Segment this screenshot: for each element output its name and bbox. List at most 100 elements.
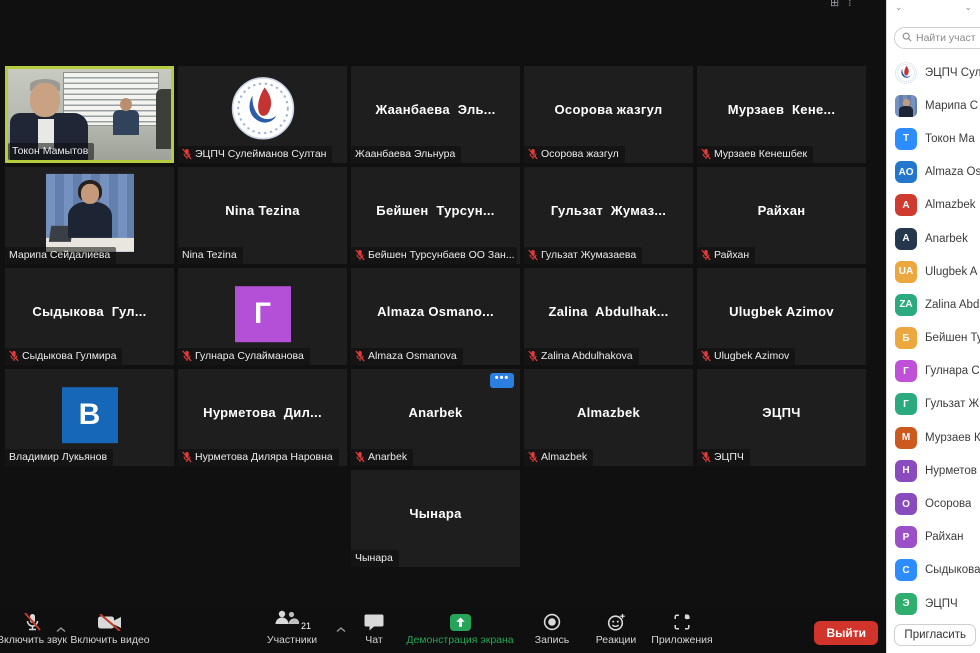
participant-photo (46, 173, 134, 251)
search-input[interactable] (916, 32, 980, 44)
participant-list-item[interactable]: ТТокон Ма (887, 122, 980, 155)
view-options-icon[interactable]: ⊞ ⁞ (830, 0, 854, 9)
participants-panel: ⌄ ⌄ ЭЦПЧ Сул Марипа С ТТокон МаAOAlmaza Os… (886, 0, 980, 653)
participant-search[interactable] (894, 27, 980, 49)
tile-name-label: Жаанбаева Эльнура (351, 146, 461, 163)
participant-name: Ulugbek A (925, 266, 977, 278)
tile-name-text: Мурзаев Кенешбек (714, 148, 807, 160)
tile-name-label: Марипа Сейдалиева (5, 247, 116, 264)
participant-list-item[interactable]: ГГульзат Ж (887, 388, 980, 421)
ecph-logo-icon (895, 62, 917, 84)
initial-avatar: Г (235, 286, 291, 342)
more-options-button[interactable]: ••• (490, 373, 514, 388)
apps-button[interactable]: Приложения (646, 613, 718, 653)
video-tile[interactable]: РайханРайхан (697, 167, 866, 264)
participant-initials-avatar: A (895, 228, 917, 250)
chevron-down-icon[interactable]: ⌄ (895, 2, 903, 13)
participant-list-item[interactable]: О Осорова (887, 487, 980, 520)
participant-list-item[interactable]: Марипа С (887, 89, 980, 122)
video-tile[interactable]: В Владимир Лукьянов (5, 369, 174, 466)
video-tile[interactable]: Мурзаев Кене...Мурзаев Кенешбек (697, 66, 866, 163)
muted-mic-icon (701, 249, 711, 261)
participant-name: Нурметов (925, 465, 977, 477)
muted-mic-icon (528, 451, 538, 463)
participant-initials-avatar: UA (895, 261, 917, 283)
participants-button[interactable]: 21 Участники (252, 613, 332, 653)
video-tile[interactable]: Марипа Сейдалиева (5, 167, 174, 264)
participant-display-name: Мурзаев Кене... (697, 66, 866, 153)
participant-display-name: Zalina Abdulhak... (524, 268, 693, 355)
participant-list-item[interactable]: UA Ulugbek A (887, 255, 980, 288)
participant-list-item[interactable]: AAlmazbek (887, 189, 980, 222)
participant-list-item[interactable]: ГГулнара С (887, 355, 980, 388)
search-icon (902, 29, 912, 47)
participant-name: Осорова (925, 498, 971, 510)
participant-initials-avatar: О (895, 493, 917, 515)
tile-name-text: Токон Мамытов (12, 145, 88, 157)
chevron-down-icon[interactable]: ⌄ (964, 2, 972, 13)
tile-name-text: Гульзат Жумазаева (541, 249, 636, 261)
video-tile[interactable]: AlmazbekAlmazbek (524, 369, 693, 466)
participant-display-name: Almaza Osmano... (351, 268, 520, 355)
video-tile[interactable]: Осорова жазгулОсорова жазгул (524, 66, 693, 163)
video-tile[interactable]: ГГулнара Сулайманова (178, 268, 347, 365)
participant-name: Райхан (925, 531, 963, 543)
participant-name: ЭЦПЧ Сул (925, 67, 980, 79)
initial-avatar: В (62, 387, 118, 443)
chat-button[interactable]: Чат (348, 613, 400, 653)
muted-mic-icon (528, 148, 538, 160)
participant-name: Almazbek (925, 199, 976, 211)
participant-list-item[interactable]: ББейшен Ту (887, 322, 980, 355)
participant-list-item[interactable]: ZAZalina Abd (887, 288, 980, 321)
video-tile[interactable]: Жаанбаева Эль...Жаанбаева Эльнура (351, 66, 520, 163)
participant-list-item[interactable]: AOAlmaza Os (887, 156, 980, 189)
participants-icon (273, 609, 299, 631)
video-tile[interactable]: ЧынараЧынара (351, 470, 520, 567)
participant-list-item[interactable]: AAnarbek (887, 222, 980, 255)
participant-initials-avatar: М (895, 427, 917, 449)
video-tile[interactable]: Гульзат Жумаз...Гульзат Жумазаева (524, 167, 693, 264)
video-tile[interactable]: Zalina Abdulhak...Zalina Abdulhakova (524, 268, 693, 365)
participant-list-item[interactable]: ССыдыкова (887, 554, 980, 587)
participant-list-item[interactable]: ЭЦПЧ Сул (887, 56, 980, 89)
muted-mic-icon (528, 350, 538, 362)
participant-name: Мурзаев К (925, 432, 980, 444)
video-tile[interactable]: Anarbek•••Anarbek (351, 369, 520, 466)
video-tile[interactable]: Токон Мамытов (5, 66, 174, 163)
record-button[interactable]: Запись (522, 613, 582, 653)
tile-name-text: Almaza Osmanova (368, 350, 457, 362)
tile-name-label: Владимир Лукьянов (5, 449, 113, 466)
participants-options-caret-icon[interactable] (336, 620, 346, 638)
video-tile[interactable]: ЭЦПЧЭЦПЧ (697, 369, 866, 466)
mic-muted-icon (21, 613, 43, 631)
video-tile[interactable]: Сыдыкова Гул...Сыдыкова Гулмира (5, 268, 174, 365)
record-icon (543, 613, 561, 631)
invite-button[interactable]: Пригласить (894, 624, 976, 646)
video-tile[interactable]: ЭЦПЧ Сулейманов Султан (178, 66, 347, 163)
reactions-button[interactable]: Реакции (585, 613, 647, 653)
participant-list-item[interactable]: ННурметов (887, 454, 980, 487)
video-tile[interactable]: Ulugbek AzimovUlugbek Azimov (697, 268, 866, 365)
video-tile[interactable]: Nina TezinaNina Tezina (178, 167, 347, 264)
apps-label: Приложения (651, 634, 712, 646)
tile-name-label: Мурзаев Кенешбек (697, 146, 813, 163)
panel-header-carets: ⌄ ⌄ (887, 2, 980, 13)
video-tile[interactable]: Бейшен Турсун...Бейшен Турсунбаев ОО Зан… (351, 167, 520, 264)
meeting-toolbar: Включить звук Включить видео 21 Участни (0, 608, 886, 653)
share-screen-button[interactable]: Демонстрация экрана (402, 613, 518, 653)
participant-name: Марипа С (925, 100, 978, 112)
tile-name-label: Чынара (351, 550, 399, 567)
video-tile[interactable]: Almaza Osmano...Almaza Osmanova (351, 268, 520, 365)
exit-meeting-button[interactable]: Выйти (814, 621, 878, 645)
video-tile[interactable]: Нурметова Дил...Нурметова Диляра Наровна (178, 369, 347, 466)
start-video-button[interactable]: Включить видео (62, 613, 158, 653)
participant-list-item[interactable]: ЭЭЦПЧ (887, 587, 980, 620)
tile-name-text: Чынара (355, 552, 393, 564)
participant-list-item[interactable]: РРайхан (887, 521, 980, 554)
participant-display-name: ЭЦПЧ (697, 369, 866, 456)
muted-mic-icon (701, 451, 711, 463)
participant-display-name: Сыдыкова Гул... (5, 268, 174, 355)
participant-list-item[interactable]: М Мурзаев К (887, 421, 980, 454)
participants-label: Участники (267, 634, 317, 646)
tile-name-label: Осорова жазгул (524, 146, 625, 163)
